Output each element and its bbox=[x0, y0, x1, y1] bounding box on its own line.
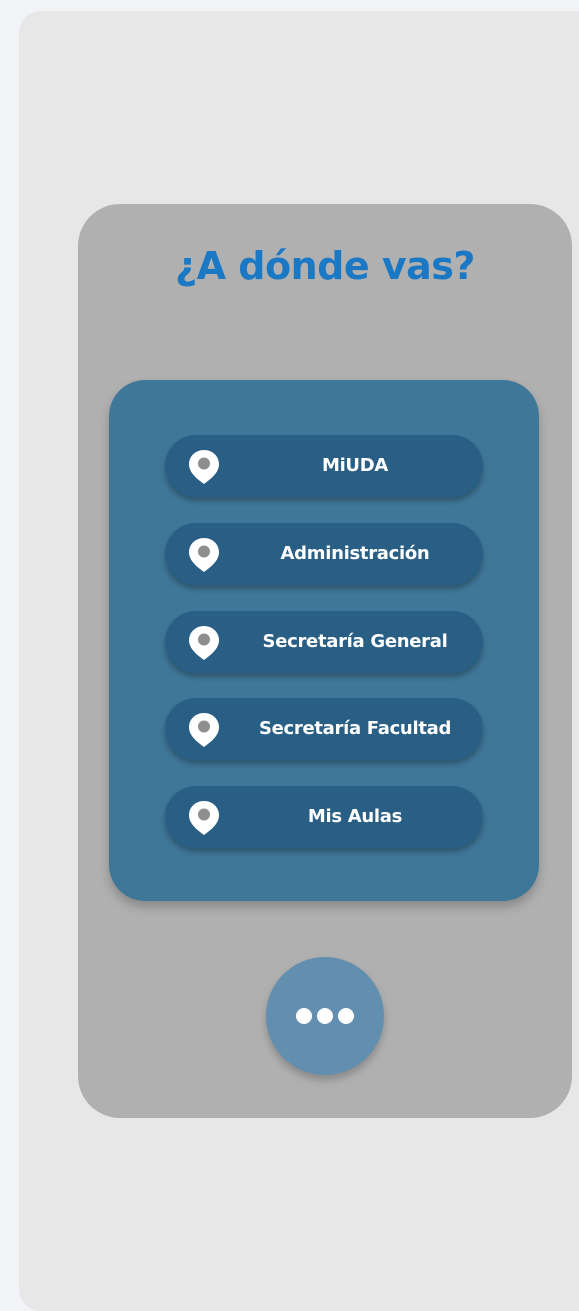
menu-item-secretaria-facultad[interactable]: Secretaría Facultad bbox=[165, 698, 483, 760]
menu-item-label: MiUDA bbox=[321, 455, 389, 476]
location-pin-icon bbox=[189, 450, 219, 484]
menu-item-label: Secretaría Facultad bbox=[258, 718, 452, 739]
more-options-button[interactable] bbox=[266, 957, 384, 1075]
destination-menu: MiUDA Administración Secretaría General bbox=[109, 380, 539, 901]
menu-item-miuda[interactable]: MiUDA bbox=[165, 435, 483, 497]
page-title: ¿A dónde vas? bbox=[175, 244, 475, 288]
location-pin-icon bbox=[189, 713, 219, 747]
location-pin-icon bbox=[189, 626, 219, 660]
menu-item-mis-aulas[interactable]: Mis Aulas bbox=[165, 786, 483, 848]
location-pin-icon bbox=[189, 801, 219, 835]
menu-item-secretaria-general[interactable]: Secretaría General bbox=[165, 611, 483, 673]
more-dots-icon bbox=[296, 1008, 354, 1024]
menu-item-label: Secretaría General bbox=[262, 631, 448, 652]
phone-panel: ¿A dónde vas? MiUDA Administración Secre… bbox=[78, 204, 572, 1118]
outer-frame: ¿A dónde vas? MiUDA Administración Secre… bbox=[19, 11, 579, 1311]
location-pin-icon bbox=[189, 538, 219, 572]
menu-item-label: Mis Aulas bbox=[307, 806, 403, 827]
menu-item-label: Administración bbox=[280, 543, 430, 564]
menu-item-administracion[interactable]: Administración bbox=[165, 523, 483, 585]
